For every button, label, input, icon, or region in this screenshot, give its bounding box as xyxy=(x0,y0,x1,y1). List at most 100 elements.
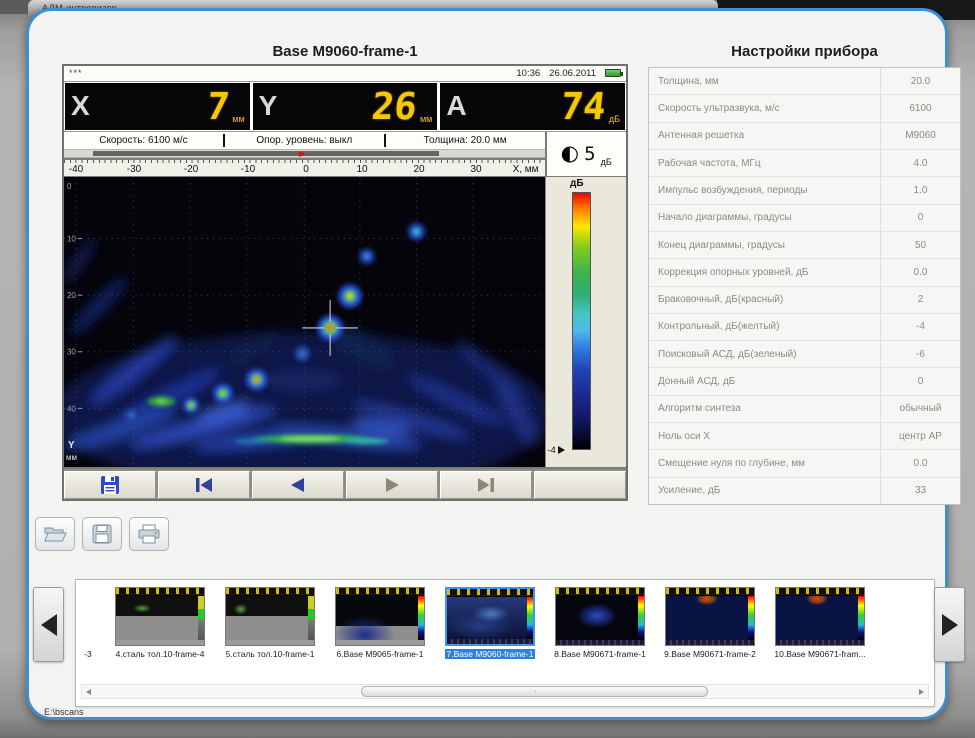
filmstrip-item[interactable]: 8.Base M90671-frame-1 xyxy=(552,587,648,659)
first-frame-button[interactable] xyxy=(158,471,250,499)
readout-y-value: 26 xyxy=(370,88,418,125)
setting-name: Усиление, дБ xyxy=(649,478,880,504)
skip-to-end-icon xyxy=(474,477,498,493)
filmstrip-item-selected[interactable]: 7.Base M9060-frame-1 xyxy=(442,587,538,659)
settings-row: Браковочный, дБ(красный)2 xyxy=(649,287,960,314)
scrollbar-right-arrow-icon[interactable] xyxy=(919,689,924,695)
x-tick: 0 xyxy=(303,164,309,175)
frame-label: 9.Base M90671-frame-2 xyxy=(664,649,756,659)
frame-label: 6.Base M9065-frame-1 xyxy=(337,649,424,659)
filmstrip-item[interactable]: -3 xyxy=(78,587,98,659)
settings-row: Ноль оси Xцентр АР xyxy=(649,423,960,450)
clock-area: 10:36 26.06.2011 xyxy=(516,68,621,79)
x-axis-unit-label: X, мм xyxy=(513,164,539,175)
settings-row: Смещение нуля по глубине, мм0.0 xyxy=(649,450,960,477)
frame-thumbnail xyxy=(775,587,865,646)
frame-thumbnail xyxy=(115,587,205,646)
x-tick: 10 xyxy=(356,164,367,175)
setting-name: Антенная решетка xyxy=(649,123,880,149)
speed-readout: Скорость: 6100 м/с xyxy=(64,135,223,146)
setting-value: 6100 xyxy=(880,95,960,121)
settings-row: Импульс возбуждения, периоды1.0 xyxy=(649,177,960,204)
frame-label: -3 xyxy=(84,649,92,659)
scrollbar-left-arrow-icon[interactable] xyxy=(86,689,91,695)
settings-row: Усиление, дБ33 xyxy=(649,478,960,504)
setting-value: обычный xyxy=(880,396,960,422)
frame-label: 5.сталь тол.10-frame-1 xyxy=(226,649,315,659)
skip-to-start-icon xyxy=(192,477,216,493)
x-tick: -20 xyxy=(184,164,198,175)
settings-row: Скорость ультразвука, м/с6100 xyxy=(649,95,960,122)
thickness-readout: Толщина: 20.0 мм xyxy=(386,135,545,146)
setting-value: -4 xyxy=(880,314,960,340)
frame-label: 7.Base M9060-frame-1 xyxy=(445,649,536,659)
open-button[interactable] xyxy=(35,517,75,551)
app-window: Base M9060-frame-1 Настройки прибора ***… xyxy=(26,8,948,720)
next-frame-button[interactable] xyxy=(346,471,438,499)
readout-a-label: A xyxy=(446,92,466,120)
contrast-icon: ◐ xyxy=(561,143,579,164)
readout-x: X 7 мм xyxy=(65,83,250,130)
filmstrip-item[interactable]: 10.Base M90671-fram... xyxy=(772,587,868,659)
last-frame-button[interactable] xyxy=(440,471,532,499)
position-marker-red xyxy=(299,151,306,157)
save-frame-button[interactable] xyxy=(64,471,156,499)
colorbar-min-arrow-icon xyxy=(558,446,565,454)
settings-row: Начало диаграммы, градусы0 xyxy=(649,205,960,232)
setting-value: 0 xyxy=(880,205,960,231)
setting-name: Конец диаграммы, градусы xyxy=(649,232,880,258)
position-range-segment xyxy=(93,151,439,156)
x-tick: 30 xyxy=(470,164,481,175)
setting-value: 0.0 xyxy=(880,259,960,285)
x-tick: -30 xyxy=(127,164,141,175)
filmstrip-item[interactable]: 6.Base M9065-frame-1 xyxy=(332,587,428,659)
bscan-image[interactable]: 0 10 20 30 40 Y мм xyxy=(64,177,545,467)
filmstrip-scroll-right-button[interactable] xyxy=(934,587,965,662)
prev-frame-button[interactable] xyxy=(252,471,344,499)
frame-thumbnail xyxy=(665,587,755,646)
setting-name: Начало диаграммы, градусы xyxy=(649,205,880,231)
frame-label: 8.Base M90671-frame-1 xyxy=(554,649,646,659)
colorbar-min-value: -4 xyxy=(548,445,556,455)
floppy-disk-icon xyxy=(92,524,112,544)
setting-value: 20.0 xyxy=(880,68,960,94)
y-tick: 10 xyxy=(67,234,76,243)
colorbar-min-marker: -4 xyxy=(548,445,565,455)
setting-name: Коррекция опорных уровней, дБ xyxy=(649,259,880,285)
contrast-unit: дБ xyxy=(601,157,612,167)
scrollbar-thumb[interactable] xyxy=(361,686,708,697)
settings-row: Контрольный, дБ(желтый)-4 xyxy=(649,314,960,341)
print-button[interactable] xyxy=(129,517,169,551)
settings-row: Донный АСД, дБ0 xyxy=(649,368,960,395)
setting-name: Толщина, мм xyxy=(649,68,880,94)
setting-value: 4.0 xyxy=(880,150,960,176)
filmstrip-scroll-left-button[interactable] xyxy=(33,587,64,662)
setting-name: Рабочая частота, МГц xyxy=(649,150,880,176)
triangle-left-icon xyxy=(41,614,57,636)
settings-row: Конец диаграммы, градусы50 xyxy=(649,232,960,259)
setting-value: центр АР xyxy=(880,423,960,449)
setting-value: 33 xyxy=(880,478,960,504)
readout-y-label: Y xyxy=(259,92,278,120)
play-right-icon xyxy=(383,477,401,493)
parameters-strip: Скорость: 6100 м/с Опор. уровень: выкл Т… xyxy=(64,131,626,176)
blank-button[interactable] xyxy=(534,471,626,499)
readout-y-unit: мм xyxy=(420,114,432,124)
coordinate-readouts: X 7 мм Y 26 мм A 74 дБ xyxy=(64,82,626,131)
filmstrip-scrollbar[interactable] xyxy=(81,684,929,699)
filmstrip-item[interactable]: 4.сталь тол.10-frame-4 xyxy=(112,587,208,659)
readout-a-value: 74 xyxy=(559,88,607,125)
setting-name: Скорость ультразвука, м/с xyxy=(649,95,880,121)
filmstrip-items: -3 4.сталь тол.10-frame-4 5.сталь тол.10… xyxy=(78,587,868,659)
scan-area-row: 0 10 20 30 40 Y мм xyxy=(64,176,626,467)
setting-name: Импульс возбуждения, периоды xyxy=(649,177,880,203)
photo-dark-area-left xyxy=(0,0,30,14)
filmstrip-panel: -3 4.сталь тол.10-frame-4 5.сталь тол.10… xyxy=(75,579,935,707)
filmstrip-item[interactable]: 5.сталь тол.10-frame-1 xyxy=(222,587,318,659)
setting-name: Контрольный, дБ(желтый) xyxy=(649,314,880,340)
save-button[interactable] xyxy=(82,517,122,551)
contrast-button[interactable]: ◐ 5 дБ xyxy=(545,132,626,176)
marker-asterisks: *** xyxy=(69,68,83,78)
filmstrip-item[interactable]: 9.Base M90671-frame-2 xyxy=(662,587,758,659)
setting-name: Донный АСД, дБ xyxy=(649,368,880,394)
